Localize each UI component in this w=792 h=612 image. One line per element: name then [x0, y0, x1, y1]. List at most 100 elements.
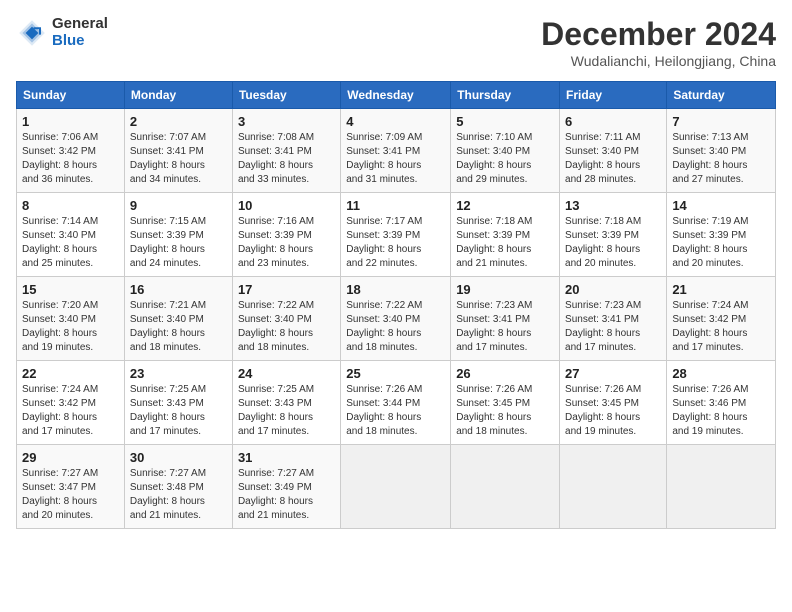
day-info: Sunrise: 7:26 AM Sunset: 3:46 PM Dayligh… [672, 383, 770, 439]
day-info: Sunrise: 7:18 AM Sunset: 3:39 PM Dayligh… [456, 215, 554, 271]
calendar-week-row: 8Sunrise: 7:14 AM Sunset: 3:40 PM Daylig… [17, 193, 776, 277]
calendar-cell: 3 Sunrise: 7:08 AM Sunset: 3:41 PM Daylig… [232, 109, 340, 193]
calendar-table: SundayMondayTuesdayWednesdayThursdayFrid… [16, 81, 776, 529]
calendar-cell: 17 Sunrise: 7:22 AM Sunset: 3:40 PM Dayli… [232, 277, 340, 361]
day-number: 13 [565, 198, 661, 213]
logo: General Blue [16, 16, 108, 49]
day-info: Sunrise: 7:24 AM Sunset: 3:42 PM Dayligh… [672, 299, 770, 355]
calendar-cell: 29Sunrise: 7:27 AM Sunset: 3:47 PM Dayli… [17, 445, 125, 529]
month-title: December 2024 [541, 16, 776, 53]
day-info: Sunrise: 7:23 AM Sunset: 3:41 PM Dayligh… [456, 299, 554, 355]
calendar-cell: 14 Sunrise: 7:19 AM Sunset: 3:39 PM Dayli… [667, 193, 776, 277]
day-info: Sunrise: 7:25 AM Sunset: 3:43 PM Dayligh… [130, 383, 227, 439]
day-number: 28 [672, 366, 770, 381]
calendar-cell: 22Sunrise: 7:24 AM Sunset: 3:42 PM Dayli… [17, 361, 125, 445]
day-number: 14 [672, 198, 770, 213]
calendar-cell: 26 Sunrise: 7:26 AM Sunset: 3:45 PM Dayli… [451, 361, 560, 445]
calendar-cell: 1 Sunrise: 7:06 AM Sunset: 3:42 PM Daylig… [17, 109, 125, 193]
day-number: 5 [456, 114, 554, 129]
calendar-cell [560, 445, 667, 529]
title-block: December 2024 Wudalianchi, Heilongjiang,… [541, 16, 776, 69]
logo-general: General [52, 16, 108, 33]
day-info: Sunrise: 7:27 AM Sunset: 3:49 PM Dayligh… [238, 467, 335, 523]
calendar-cell: 9Sunrise: 7:15 AM Sunset: 3:39 PM Daylig… [124, 193, 232, 277]
calendar-cell: 23Sunrise: 7:25 AM Sunset: 3:43 PM Dayli… [124, 361, 232, 445]
calendar-cell: 30 Sunrise: 7:27 AM Sunset: 3:48 PM Dayli… [124, 445, 232, 529]
calendar-cell: 19Sunrise: 7:23 AM Sunset: 3:41 PM Dayli… [451, 277, 560, 361]
day-info: Sunrise: 7:23 AM Sunset: 3:41 PM Dayligh… [565, 299, 661, 355]
calendar-cell: 25 Sunrise: 7:26 AM Sunset: 3:44 PM Dayli… [341, 361, 451, 445]
calendar-cell: 31 Sunrise: 7:27 AM Sunset: 3:49 PM Dayli… [232, 445, 340, 529]
calendar-cell [667, 445, 776, 529]
day-info: Sunrise: 7:17 AM Sunset: 3:39 PM Dayligh… [346, 215, 445, 271]
day-number: 16 [130, 282, 227, 297]
day-info: Sunrise: 7:20 AM Sunset: 3:40 PM Dayligh… [22, 299, 119, 355]
calendar-cell: 28 Sunrise: 7:26 AM Sunset: 3:46 PM Dayli… [667, 361, 776, 445]
day-info: Sunrise: 7:27 AM Sunset: 3:47 PM Dayligh… [22, 467, 119, 523]
day-number: 24 [238, 366, 335, 381]
logo-blue: Blue [52, 33, 108, 50]
calendar-cell: 27 Sunrise: 7:26 AM Sunset: 3:45 PM Dayli… [560, 361, 667, 445]
day-info: Sunrise: 7:18 AM Sunset: 3:39 PM Dayligh… [565, 215, 661, 271]
day-info: Sunrise: 7:16 AM Sunset: 3:39 PM Dayligh… [238, 215, 335, 271]
calendar-cell: 8Sunrise: 7:14 AM Sunset: 3:40 PM Daylig… [17, 193, 125, 277]
day-info: Sunrise: 7:19 AM Sunset: 3:39 PM Dayligh… [672, 215, 770, 271]
day-number: 17 [238, 282, 335, 297]
day-number: 3 [238, 114, 335, 129]
weekday-header-tuesday: Tuesday [232, 82, 340, 109]
calendar-cell: 2Sunrise: 7:07 AM Sunset: 3:41 PM Daylig… [124, 109, 232, 193]
day-info: Sunrise: 7:22 AM Sunset: 3:40 PM Dayligh… [346, 299, 445, 355]
day-info: Sunrise: 7:06 AM Sunset: 3:42 PM Dayligh… [22, 131, 119, 187]
calendar-week-row: 1 Sunrise: 7:06 AM Sunset: 3:42 PM Daylig… [17, 109, 776, 193]
calendar-cell: 24 Sunrise: 7:25 AM Sunset: 3:43 PM Dayli… [232, 361, 340, 445]
day-number: 12 [456, 198, 554, 213]
calendar-cell: 7 Sunrise: 7:13 AM Sunset: 3:40 PM Daylig… [667, 109, 776, 193]
day-info: Sunrise: 7:25 AM Sunset: 3:43 PM Dayligh… [238, 383, 335, 439]
day-info: Sunrise: 7:22 AM Sunset: 3:40 PM Dayligh… [238, 299, 335, 355]
calendar-cell [451, 445, 560, 529]
location-title: Wudalianchi, Heilongjiang, China [541, 53, 776, 69]
calendar-cell: 15 Sunrise: 7:20 AM Sunset: 3:40 PM Dayli… [17, 277, 125, 361]
day-number: 15 [22, 282, 119, 297]
weekday-header-friday: Friday [560, 82, 667, 109]
day-number: 30 [130, 450, 227, 465]
day-number: 9 [130, 198, 227, 213]
day-info: Sunrise: 7:13 AM Sunset: 3:40 PM Dayligh… [672, 131, 770, 187]
day-info: Sunrise: 7:27 AM Sunset: 3:48 PM Dayligh… [130, 467, 227, 523]
calendar-cell: 21Sunrise: 7:24 AM Sunset: 3:42 PM Dayli… [667, 277, 776, 361]
weekday-header-thursday: Thursday [451, 82, 560, 109]
day-number: 18 [346, 282, 445, 297]
logo-text: General Blue [52, 16, 108, 49]
day-number: 31 [238, 450, 335, 465]
day-number: 20 [565, 282, 661, 297]
weekday-header-row: SundayMondayTuesdayWednesdayThursdayFrid… [17, 82, 776, 109]
day-number: 27 [565, 366, 661, 381]
day-number: 26 [456, 366, 554, 381]
day-info: Sunrise: 7:11 AM Sunset: 3:40 PM Dayligh… [565, 131, 661, 187]
calendar-cell: 12 Sunrise: 7:18 AM Sunset: 3:39 PM Dayli… [451, 193, 560, 277]
calendar-cell [341, 445, 451, 529]
day-number: 1 [22, 114, 119, 129]
weekday-header-monday: Monday [124, 82, 232, 109]
day-info: Sunrise: 7:26 AM Sunset: 3:44 PM Dayligh… [346, 383, 445, 439]
calendar-cell: 4Sunrise: 7:09 AM Sunset: 3:41 PM Daylig… [341, 109, 451, 193]
day-number: 25 [346, 366, 445, 381]
day-number: 7 [672, 114, 770, 129]
day-info: Sunrise: 7:08 AM Sunset: 3:41 PM Dayligh… [238, 131, 335, 187]
calendar-cell: 16Sunrise: 7:21 AM Sunset: 3:40 PM Dayli… [124, 277, 232, 361]
calendar-cell: 10Sunrise: 7:16 AM Sunset: 3:39 PM Dayli… [232, 193, 340, 277]
calendar-cell: 20 Sunrise: 7:23 AM Sunset: 3:41 PM Dayli… [560, 277, 667, 361]
page-header: General Blue December 2024 Wudalianchi, … [16, 16, 776, 69]
day-number: 22 [22, 366, 119, 381]
day-number: 8 [22, 198, 119, 213]
day-info: Sunrise: 7:07 AM Sunset: 3:41 PM Dayligh… [130, 131, 227, 187]
weekday-header-saturday: Saturday [667, 82, 776, 109]
calendar-cell: 5Sunrise: 7:10 AM Sunset: 3:40 PM Daylig… [451, 109, 560, 193]
day-info: Sunrise: 7:26 AM Sunset: 3:45 PM Dayligh… [565, 383, 661, 439]
calendar-cell: 6Sunrise: 7:11 AM Sunset: 3:40 PM Daylig… [560, 109, 667, 193]
day-number: 4 [346, 114, 445, 129]
day-info: Sunrise: 7:26 AM Sunset: 3:45 PM Dayligh… [456, 383, 554, 439]
logo-icon [16, 17, 48, 49]
calendar-week-row: 22Sunrise: 7:24 AM Sunset: 3:42 PM Dayli… [17, 361, 776, 445]
calendar-cell: 18 Sunrise: 7:22 AM Sunset: 3:40 PM Dayli… [341, 277, 451, 361]
